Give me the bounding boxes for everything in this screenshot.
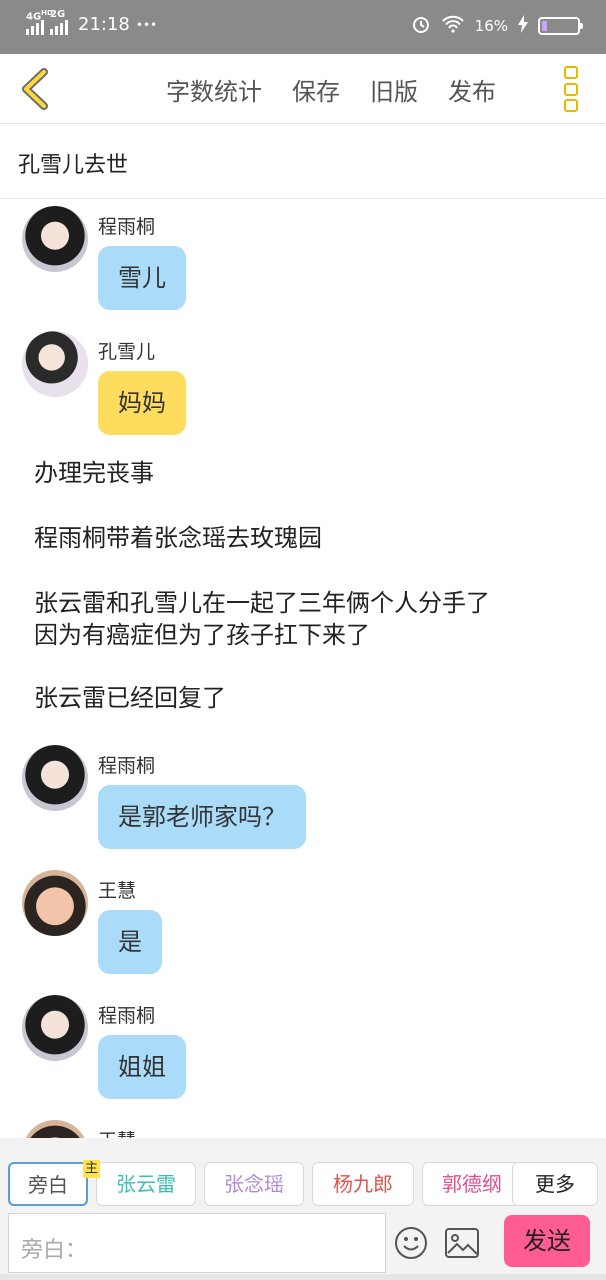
smiley-icon[interactable]: [394, 1226, 428, 1260]
sender-name: 程雨桐: [98, 1005, 156, 1027]
message-bubble[interactable]: 雪儿: [98, 246, 186, 310]
avatar[interactable]: [22, 870, 88, 936]
sender-name: 程雨桐: [98, 755, 156, 777]
chat-area[interactable]: 程雨桐 雪儿 孔雪儿 妈妈 办理完丧事 程雨桐带着张念瑶去玫瑰园 张云雷和孔雪儿…: [0, 200, 606, 1138]
message-bubble[interactable]: 是: [98, 910, 162, 974]
role-chip-narrator[interactable]: 旁白: [8, 1162, 88, 1206]
signal-2-icon: 2G: [50, 9, 68, 35]
message-bubble[interactable]: 姐姐: [98, 1035, 186, 1099]
role-chip-yang-jiulang[interactable]: 杨九郎: [312, 1162, 414, 1206]
role-chip-zhang-nianyao[interactable]: 张念瑶: [204, 1162, 304, 1206]
save-button[interactable]: 保存: [292, 72, 340, 107]
sender-name: 孔雪儿: [98, 341, 156, 363]
sender-name: 王慧: [98, 880, 137, 902]
network-label: 4GHD: [26, 8, 53, 22]
avatar[interactable]: [22, 206, 88, 272]
role-selector: 旁白 主 张云雷 张念瑶 杨九郎 郭德纲 更多: [0, 1138, 606, 1210]
input-bar: 旁白： 发送: [0, 1210, 606, 1280]
image-icon[interactable]: [444, 1227, 480, 1259]
word-count-button[interactable]: 字数统计: [166, 72, 262, 107]
narration-line[interactable]: 程雨桐带着张念瑶去玫瑰园: [34, 521, 322, 555]
battery-icon: [538, 17, 583, 35]
signal-icon: 4GHD: [26, 9, 53, 35]
gesture-bar: [0, 1274, 606, 1280]
narration-line[interactable]: 张云雷已经回复了: [34, 681, 226, 715]
send-button[interactable]: 发送: [504, 1215, 590, 1267]
sender-name: 程雨桐: [98, 216, 156, 238]
avatar[interactable]: [22, 995, 88, 1061]
clock: 21:18: [78, 14, 130, 35]
role-chip-guo-degang[interactable]: 郭德纲: [422, 1162, 522, 1206]
message-input[interactable]: 旁白：: [8, 1213, 386, 1273]
main-role-badge: 主: [83, 1160, 101, 1178]
more-notifications: •••: [135, 17, 158, 32]
more-roles-button[interactable]: 更多: [512, 1162, 598, 1206]
battery-percent: 16%: [474, 17, 508, 35]
network-2-label: 2G: [50, 8, 66, 20]
narration-line[interactable]: 张云雷和孔雪儿在一起了三年俩个人分手了: [34, 586, 490, 620]
message-bubble[interactable]: 是郭老师家吗？: [98, 785, 306, 849]
narration-line[interactable]: 因为有癌症但为了孩子扛下来了: [34, 618, 370, 652]
avatar[interactable]: [22, 1120, 88, 1138]
charging-icon: [518, 15, 528, 37]
avatar[interactable]: [22, 331, 88, 397]
message-bubble[interactable]: 妈妈: [98, 371, 186, 435]
avatar[interactable]: [22, 745, 88, 811]
role-chip-zhang-yunlei[interactable]: 主 张云雷: [83, 1160, 196, 1206]
editor-toolbar: 字数统计 保存 旧版 发布: [0, 54, 606, 124]
publish-button[interactable]: 发布: [448, 72, 496, 107]
back-button[interactable]: [14, 66, 58, 112]
story-title[interactable]: 孔雪儿去世: [0, 125, 606, 199]
vertical-dots-icon[interactable]: [564, 66, 580, 112]
narration-line[interactable]: 办理完丧事: [34, 456, 154, 490]
sender-name: 王慧: [98, 1126, 136, 1138]
status-bar: 4GHD 2G 21:18 ••• 16%: [0, 0, 606, 54]
wifi-icon: [441, 15, 465, 37]
chevron-left-icon: [22, 68, 48, 110]
alarm-icon: [411, 14, 431, 38]
old-version-button[interactable]: 旧版: [370, 72, 418, 107]
